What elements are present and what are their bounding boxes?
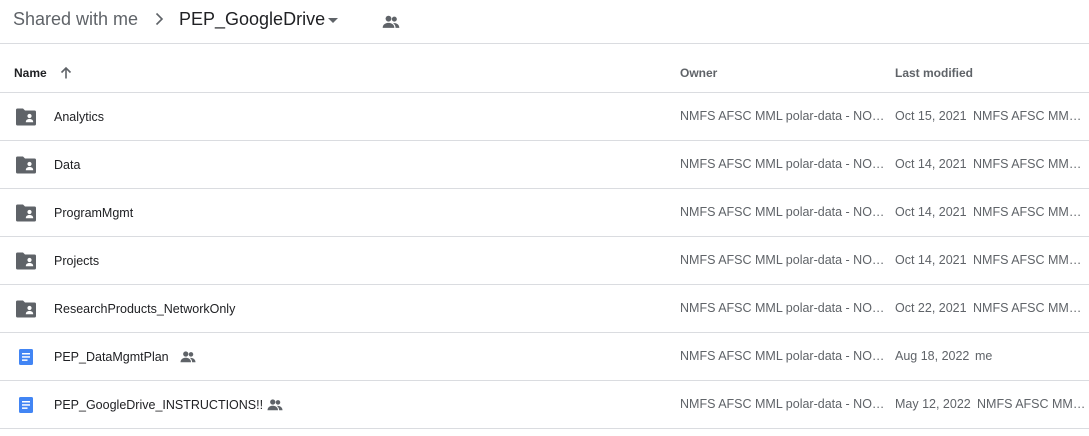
- file-owner: NMFS AFSC MML polar-data - NO…: [680, 253, 885, 267]
- column-last-modified-header[interactable]: Last modified: [895, 66, 973, 80]
- shared-folder-icon: [15, 251, 37, 271]
- column-header-row: Name Owner Last modified: [0, 45, 1089, 93]
- table-row[interactable]: Projects NMFS AFSC MML polar-data - NO… Oc…: [0, 237, 1089, 285]
- table-row[interactable]: PEP_GoogleDrive_INSTRUCTIONS!! NMFS AFSC …: [0, 381, 1089, 429]
- last-modified-date: Oct 15, 2021: [895, 109, 967, 123]
- file-list: Analytics NMFS AFSC MML polar-data - NO… O…: [0, 93, 1089, 429]
- last-modified-date: Oct 22, 2021: [895, 301, 967, 315]
- table-row[interactable]: ResearchProducts_NetworkOnly NMFS AFSC MM…: [0, 285, 1089, 333]
- shared-folder-icon: [15, 203, 37, 223]
- last-modified-date: May 12, 2022: [895, 397, 971, 411]
- file-name: Projects: [54, 254, 100, 268]
- people-icon: [267, 399, 283, 411]
- last-modified-date: Aug 18, 2022: [895, 349, 970, 363]
- file-owner: NMFS AFSC MML polar-data - NO…: [680, 109, 885, 123]
- last-modified-by: NMFS AFSC MM…: [973, 301, 1082, 315]
- file-owner: NMFS AFSC MML polar-data - NO…: [680, 397, 885, 411]
- people-icon[interactable]: [381, 12, 401, 32]
- file-name: ResearchProducts_NetworkOnly: [54, 302, 236, 316]
- drive-page: Shared with me PEP_GoogleDrive Name Owne…: [0, 0, 1089, 436]
- people-icon: [180, 351, 196, 363]
- breadcrumb-shared-with-me[interactable]: Shared with me: [13, 8, 138, 30]
- breadcrumb-current-folder[interactable]: PEP_GoogleDrive: [179, 8, 325, 30]
- google-doc-icon: [15, 395, 37, 415]
- last-modified-date: Oct 14, 2021: [895, 253, 967, 267]
- table-row[interactable]: ProgramMgmt NMFS AFSC MML polar-data - NO…: [0, 189, 1089, 237]
- last-modified-by: NMFS AFSC MM…: [973, 205, 1082, 219]
- file-name: PEP_GoogleDrive_INSTRUCTIONS!!: [54, 398, 264, 412]
- last-modified-by: NMFS AFSC MM…: [973, 253, 1082, 267]
- file-name: Data: [54, 158, 81, 172]
- table-row[interactable]: Analytics NMFS AFSC MML polar-data - NO… O…: [0, 93, 1089, 141]
- arrow-up-icon[interactable]: [58, 65, 74, 81]
- last-modified-by: NMFS AFSC MM…: [973, 157, 1082, 171]
- caret-down-icon[interactable]: [326, 13, 340, 27]
- file-owner: NMFS AFSC MML polar-data - NO…: [680, 301, 885, 315]
- last-modified-date: Oct 14, 2021: [895, 157, 967, 171]
- column-owner-header[interactable]: Owner: [680, 66, 717, 80]
- file-name: ProgramMgmt: [54, 206, 134, 220]
- table-row[interactable]: Data NMFS AFSC MML polar-data - NO… Oct 14…: [0, 141, 1089, 189]
- shared-folder-icon: [15, 107, 37, 127]
- file-name: Analytics: [54, 110, 105, 124]
- file-owner: NMFS AFSC MML polar-data - NO…: [680, 157, 885, 171]
- last-modified-date: Oct 14, 2021: [895, 205, 967, 219]
- shared-folder-icon: [15, 155, 37, 175]
- file-name: PEP_DataMgmtPlan: [54, 350, 169, 364]
- shared-folder-icon: [15, 299, 37, 319]
- last-modified-by: NMFS AFSC MM…: [977, 397, 1086, 411]
- chevron-right-icon: [155, 12, 164, 26]
- column-name-header[interactable]: Name: [14, 66, 47, 80]
- google-doc-icon: [15, 347, 37, 367]
- breadcrumb: Shared with me PEP_GoogleDrive: [0, 0, 1089, 44]
- table-row[interactable]: PEP_DataMgmtPlan NMFS AFSC MML polar-data…: [0, 333, 1089, 381]
- last-modified-by: me: [975, 349, 993, 363]
- file-owner: NMFS AFSC MML polar-data - NO…: [680, 349, 885, 363]
- file-owner: NMFS AFSC MML polar-data - NO…: [680, 205, 885, 219]
- last-modified-by: NMFS AFSC MM…: [973, 109, 1082, 123]
